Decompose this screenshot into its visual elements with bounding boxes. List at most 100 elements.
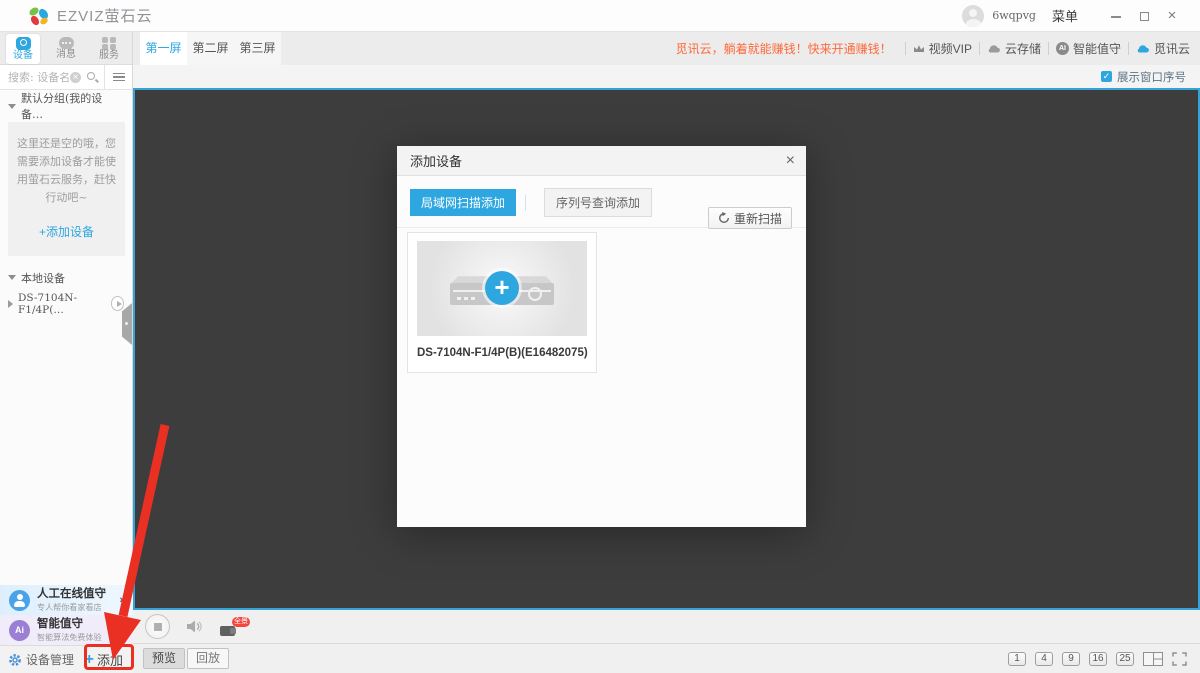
layout-25-button[interactable]: 25: [1116, 652, 1134, 666]
collapse-triangle-icon: [8, 104, 16, 109]
plus-icon: +: [85, 652, 94, 668]
play-icon[interactable]: [111, 296, 124, 311]
ezviz-client-window: EZVIZ萤石云 6wqpvg 菜单 × 设备 消息 服务: [0, 0, 1200, 673]
device-manage-button[interactable]: 设备管理: [8, 651, 74, 668]
cloud-storage-link[interactable]: 云存储: [987, 40, 1041, 57]
promo-banner[interactable]: 觅讯云，躺着就能赚钱！快来开通赚钱！: [676, 40, 892, 57]
live-guard-card[interactable]: 人工在线值守 专人帮你看家看店 › ×: [0, 585, 133, 615]
screen-tab-2[interactable]: 第二屏: [187, 32, 234, 65]
panorama-camera-icon[interactable]: 全景: [220, 617, 250, 637]
sidebar-tab-label: 消息: [56, 50, 76, 60]
card-subtitle: 专人帮你看家看店: [37, 601, 103, 612]
layout-16-button[interactable]: 16: [1089, 652, 1107, 666]
menu-button[interactable]: 菜单: [1052, 6, 1078, 25]
nvr-button: [528, 287, 542, 301]
preview-button[interactable]: 预览: [143, 648, 185, 669]
sidebar-tab-message[interactable]: 消息: [49, 34, 83, 64]
nvr-dot: [464, 297, 468, 300]
maximize-button[interactable]: [1130, 8, 1158, 23]
sidebar: 设备 消息 服务 × 默认分组(我的设备… 这里还是空的哦，您需要添加设: [0, 32, 133, 673]
device-card[interactable]: + DS-7104N-F1/4P(B)(E16482075): [407, 232, 597, 373]
add-device-link[interactable]: +添加设备: [16, 223, 117, 240]
sidebar-tab-device[interactable]: 设备: [6, 34, 40, 64]
add-button[interactable]: + 添加: [85, 650, 123, 669]
device-camera-icon: [16, 37, 31, 50]
video-vip-link[interactable]: 视频VIP: [913, 40, 972, 57]
service-grid-icon: [102, 37, 116, 50]
tree-device-item[interactable]: DS-7104N-F1/4P(…: [0, 294, 132, 314]
divider: [1128, 42, 1129, 55]
checkbox-label: 展示窗口序号: [1117, 69, 1186, 85]
cloud-blue-icon: [1136, 44, 1150, 53]
tab-lan-scan[interactable]: 局域网扫描添加: [410, 189, 516, 216]
sidebar-tab-label: 服务: [99, 51, 119, 61]
custom-layout-icon[interactable]: [1143, 652, 1163, 666]
dialog-title: 添加设备: [410, 151, 462, 170]
search-bar: ×: [0, 65, 132, 90]
checkbox-checked-icon[interactable]: ✓: [1101, 71, 1112, 82]
layout-4-button[interactable]: 4: [1035, 652, 1053, 666]
link-label: 云存储: [1005, 40, 1041, 57]
layout-1-button[interactable]: 1: [1008, 652, 1026, 666]
link-label: 智能值守: [1073, 40, 1121, 57]
search-icon[interactable]: [86, 71, 99, 84]
chevron-right-icon[interactable]: ›: [119, 594, 123, 606]
ai-guard-link[interactable]: AI 智能值守: [1056, 40, 1121, 57]
list-view-toggle-icon[interactable]: [104, 65, 132, 89]
device-name-label: DS-7104N-F1/4P(…: [18, 292, 111, 316]
layout-9-button[interactable]: 9: [1062, 652, 1080, 666]
volume-icon[interactable]: [187, 620, 204, 633]
fullscreen-icon[interactable]: [1172, 652, 1187, 666]
divider: [905, 42, 906, 55]
device-manage-label: 设备管理: [26, 651, 74, 668]
layout-button-group: 1 4 9 16 25: [1008, 652, 1187, 666]
close-button[interactable]: ×: [1158, 7, 1186, 24]
playback-control-row: 全景: [133, 610, 1200, 643]
nvr-dot: [471, 297, 475, 300]
avatar[interactable]: [962, 5, 984, 27]
sidebar-bottom-bar: 设备管理 + 添加: [0, 645, 133, 673]
ai-badge-icon: AI: [1056, 42, 1069, 55]
bottom-toolbar: 预览 回放 1 4 9 16 25: [133, 643, 1200, 673]
mixun-cloud-link[interactable]: 觅讯云: [1136, 40, 1190, 57]
cloud-icon: [987, 44, 1001, 53]
device-image: +: [417, 241, 587, 336]
screen-tab-bar: 第一屏 第二屏 第三屏 觅讯云，躺着就能赚钱！快来开通赚钱！ 视频VIP 云存储: [133, 32, 1200, 65]
option-row: ✓ 展示窗口序号: [133, 65, 1200, 88]
playback-button[interactable]: 回放: [187, 648, 229, 669]
ai-guard-card[interactable]: Ai 智能值守 智能算法免费体验: [0, 615, 133, 645]
close-icon[interactable]: ×: [125, 585, 130, 595]
dialog-close-icon[interactable]: ×: [786, 153, 795, 169]
screen-tab-3[interactable]: 第三屏: [234, 32, 281, 65]
minimize-button[interactable]: [1102, 8, 1130, 23]
dialog-header: 添加设备 ×: [397, 146, 806, 176]
person-guard-icon: [9, 590, 30, 611]
divider: [1048, 42, 1049, 55]
stop-button[interactable]: [145, 614, 170, 639]
tab-serial-query[interactable]: 序列号查询添加: [544, 188, 652, 217]
rescan-button[interactable]: 重新扫描: [708, 207, 792, 229]
divider: [979, 42, 980, 55]
ezviz-logo-icon: [28, 5, 50, 27]
link-label: 觅讯云: [1154, 40, 1190, 57]
group-default[interactable]: 默认分组(我的设备…: [0, 96, 132, 116]
panorama-badge: 全景: [232, 617, 250, 627]
search-input[interactable]: [8, 71, 70, 84]
device-tree: 默认分组(我的设备… 这里还是空的哦，您需要添加设备才能使用萤石云服务，赶快行动…: [0, 90, 132, 314]
group-label: 默认分组(我的设备…: [21, 90, 124, 122]
add-plus-icon[interactable]: +: [485, 271, 519, 305]
screen-tab-1[interactable]: 第一屏: [140, 32, 187, 65]
show-window-seq-checkbox[interactable]: ✓ 展示窗口序号: [1101, 69, 1186, 85]
empty-tip-panel: 这里还是空的哦，您需要添加设备才能使用萤石云服务，赶快行动吧~ +添加设备: [8, 122, 125, 256]
clear-icon[interactable]: ×: [70, 72, 81, 83]
card-title: 人工在线值守: [37, 588, 106, 601]
group-local-device[interactable]: 本地设备: [0, 268, 132, 288]
sidebar-tab-service[interactable]: 服务: [92, 34, 126, 64]
camera-lens: [230, 628, 236, 634]
username[interactable]: 6wqpvg: [992, 9, 1036, 22]
group-label: 本地设备: [21, 270, 65, 286]
collapse-triangle-icon: [8, 275, 16, 280]
nvr-dot: [457, 297, 461, 300]
message-bubble-icon: [59, 37, 74, 49]
refresh-icon: [718, 212, 730, 224]
